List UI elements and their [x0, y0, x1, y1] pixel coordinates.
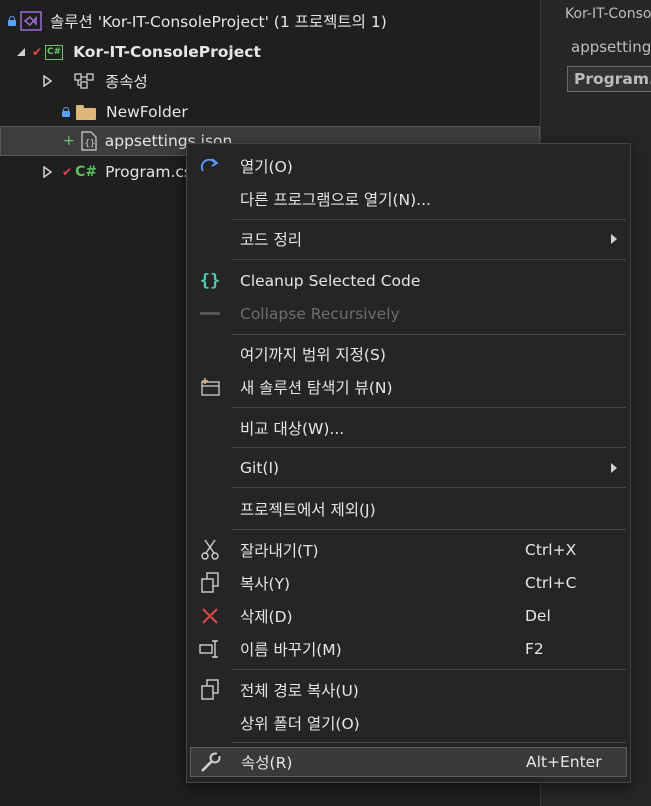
menu-item-copy-full-path[interactable]: 전체 경로 복사(U) — [190, 675, 627, 705]
dependencies-label: 종속성 — [105, 73, 148, 91]
csharp-file-icon: C# — [75, 164, 98, 180]
delete-x-icon — [196, 601, 224, 631]
menu-separator — [232, 742, 626, 743]
redo-arrow-icon — [196, 151, 224, 181]
collapsed-triangle-icon[interactable] — [42, 166, 52, 178]
menu-separator — [232, 487, 626, 488]
menu-item-code-cleanup[interactable]: 코드 정리 — [190, 224, 627, 254]
menu-separator — [232, 334, 626, 335]
copy-icon — [196, 568, 224, 598]
lock-icon — [62, 107, 70, 117]
menu-item-properties[interactable]: 속성(R) Alt+Enter — [190, 747, 627, 777]
svg-text:{}: {} — [84, 139, 95, 149]
tree-item-solution[interactable]: 솔루션 'Kor-IT-ConsoleProject' (1 프로젝트의 1) — [0, 6, 540, 36]
submenu-arrow-icon — [611, 234, 617, 244]
tree-item-dependencies[interactable]: 종속성 — [0, 66, 540, 96]
menu-item-git[interactable]: Git(I) — [190, 453, 627, 483]
lock-icon — [8, 16, 16, 26]
dependencies-icon — [74, 73, 94, 89]
menu-separator — [232, 669, 626, 670]
shortcut-label: Del — [525, 607, 551, 625]
tab-program[interactable]: Program.cs — [567, 66, 651, 92]
menu-item-cleanup-selected[interactable]: {} Cleanup Selected Code — [190, 266, 627, 296]
menu-item-open[interactable]: 열기(O) — [190, 151, 627, 181]
tab-project[interactable]: Kor-IT-Console — [565, 6, 651, 22]
wrench-icon — [197, 747, 225, 777]
menu-item-open-with[interactable]: 다른 프로그램으로 열기(N)... — [190, 184, 627, 214]
menu-separator — [232, 447, 626, 448]
new-window-icon — [196, 372, 224, 402]
folder-label: NewFolder — [106, 103, 188, 121]
context-menu: 열기(O) 다른 프로그램으로 열기(N)... 코드 정리 {} Cleanu… — [186, 143, 631, 783]
menu-item-scope-to-this[interactable]: 여기까지 범위 지정(S) — [190, 339, 627, 369]
folder-icon — [76, 104, 96, 120]
menu-item-cut[interactable]: 잘라내기(T) Ctrl+X — [190, 535, 627, 565]
menu-item-rename[interactable]: 이름 바꾸기(M) F2 — [190, 634, 627, 664]
shortcut-label: Ctrl+X — [525, 541, 577, 559]
copy-icon — [196, 675, 224, 705]
tab-appsettings[interactable]: appsettings — [571, 38, 651, 56]
menu-item-delete[interactable]: 삭제(D) Del — [190, 601, 627, 631]
json-file-icon: {} — [81, 131, 97, 151]
shortcut-label: Alt+Enter — [526, 753, 602, 771]
shortcut-label: Ctrl+C — [525, 574, 577, 592]
csharp-project-icon: C# — [45, 44, 64, 60]
program-label: Program.cs — [105, 163, 193, 181]
checkmark-icon: ✔ — [32, 45, 43, 59]
collapsed-triangle-icon[interactable] — [42, 75, 52, 87]
curly-braces-icon: {} — [199, 271, 221, 291]
checkmark-icon: ✔ — [62, 165, 73, 179]
project-label: Kor-IT-ConsoleProject — [73, 43, 261, 61]
menu-separator — [232, 259, 626, 260]
menu-item-compare-with[interactable]: 비교 대상(W)... — [190, 413, 627, 443]
shortcut-label: F2 — [525, 640, 544, 658]
solution-label: 솔루션 'Kor-IT-ConsoleProject' (1 프로젝트의 1) — [50, 13, 387, 31]
menu-separator — [232, 219, 626, 220]
submenu-arrow-icon — [611, 463, 617, 473]
visual-studio-solution-icon — [20, 11, 42, 31]
rename-icon — [196, 634, 224, 664]
added-plus-icon: + — [63, 133, 75, 149]
menu-separator — [232, 407, 626, 408]
menu-item-copy[interactable]: 복사(Y) Ctrl+C — [190, 568, 627, 598]
menu-separator — [232, 529, 626, 530]
tree-item-project[interactable]: ✔ C# Kor-IT-ConsoleProject — [0, 37, 540, 67]
tree-item-newfolder[interactable]: NewFolder — [0, 97, 540, 127]
menu-item-new-solution-explorer-view[interactable]: 새 솔루션 탐색기 뷰(N) — [190, 372, 627, 402]
menu-item-collapse-recursively[interactable]: Collapse Recursively — [190, 299, 627, 329]
scissors-icon — [196, 535, 224, 565]
menu-item-open-containing-folder[interactable]: 상위 폴더 열기(O) — [190, 708, 627, 738]
menu-item-exclude-from-project[interactable]: 프로젝트에서 제외(J) — [190, 494, 627, 524]
expanded-triangle-icon[interactable] — [16, 46, 26, 58]
collapse-icon — [196, 299, 224, 329]
